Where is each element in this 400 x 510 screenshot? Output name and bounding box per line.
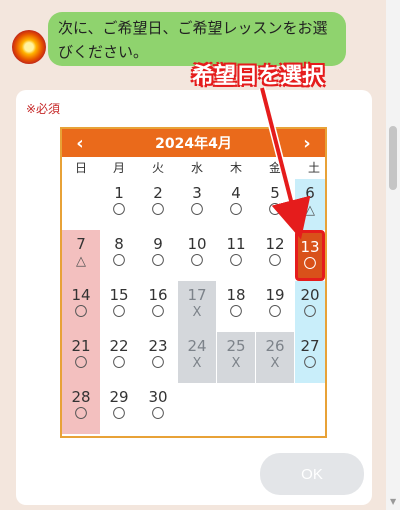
annotation-arrow bbox=[258, 87, 311, 240]
